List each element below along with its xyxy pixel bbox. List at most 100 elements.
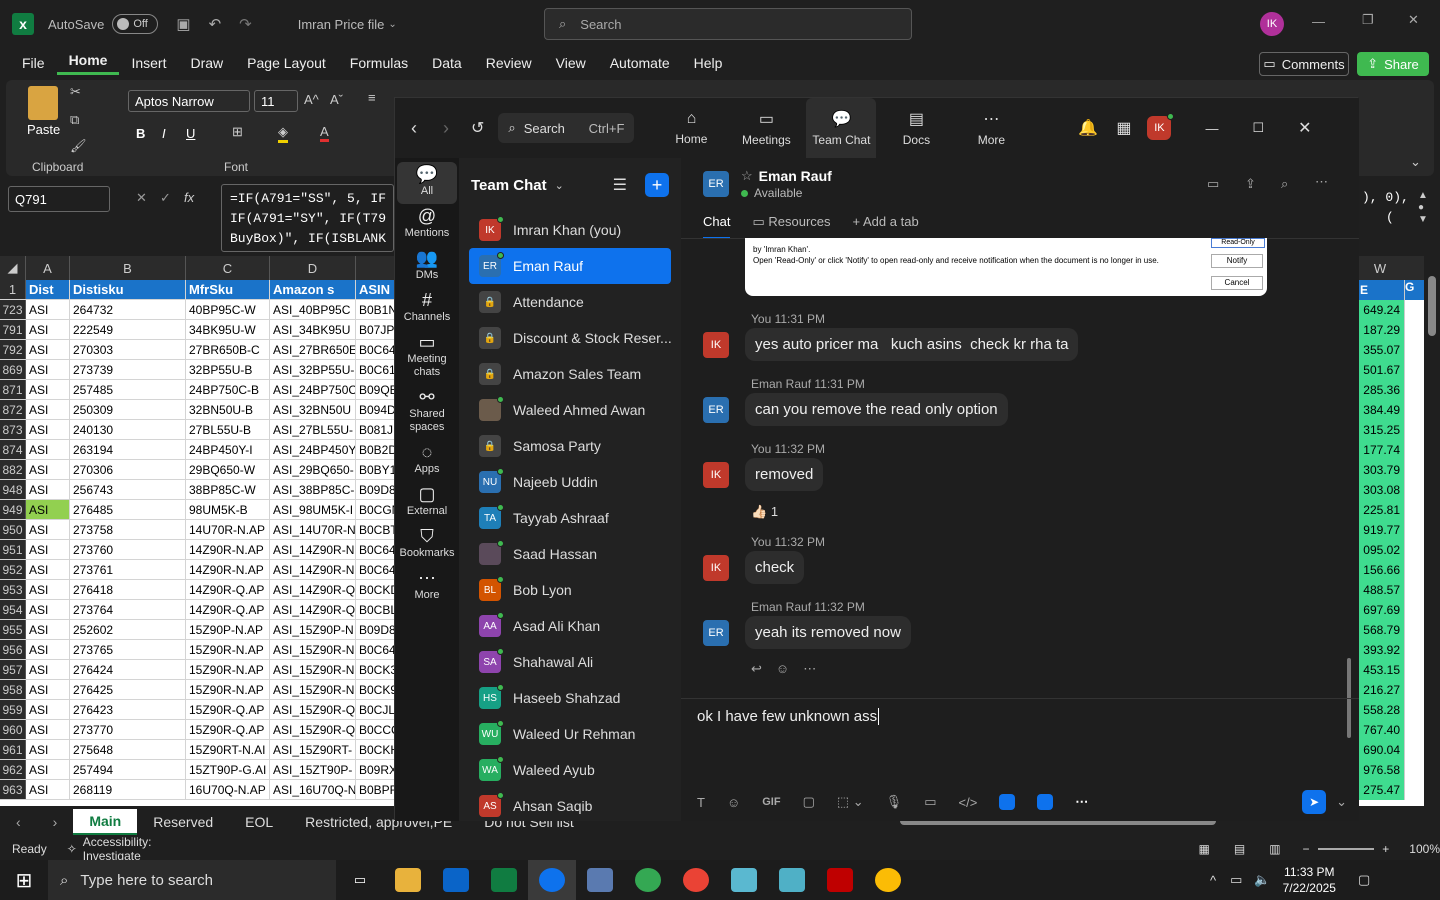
menu-insert[interactable]: Insert bbox=[119, 55, 178, 71]
row-number[interactable]: 951 bbox=[0, 540, 26, 559]
borders-icon[interactable]: ⊞ bbox=[232, 124, 243, 140]
table-cell[interactable]: ASI_16U70Q-N bbox=[270, 780, 356, 799]
message-avatar[interactable]: ER bbox=[703, 397, 729, 423]
column-header-a[interactable]: A bbox=[26, 256, 70, 280]
message-bubble[interactable]: yeah its removed now bbox=[745, 616, 911, 649]
zoom-level[interactable]: 100% bbox=[1409, 842, 1440, 856]
contact-item[interactable]: 🔒 Amazon Sales Team bbox=[459, 356, 681, 392]
video-call-icon[interactable]: ▭ bbox=[1207, 176, 1219, 192]
row-number[interactable]: 959 bbox=[0, 700, 26, 719]
table-cell[interactable]: B0CBL bbox=[356, 600, 396, 619]
table-cell[interactable] bbox=[1404, 340, 1418, 360]
table-cell[interactable]: 32BN50U-B bbox=[186, 400, 270, 419]
table-cell[interactable]: ASI_27BL55U- bbox=[270, 420, 356, 439]
table-cell[interactable]: ASI bbox=[26, 500, 70, 519]
message-avatar[interactable]: IK bbox=[703, 332, 729, 358]
decrease-font-icon[interactable]: Aˇ bbox=[330, 92, 343, 107]
table-cell[interactable]: B07JP bbox=[356, 320, 396, 339]
table-cell[interactable]: ASI bbox=[26, 440, 70, 459]
table-cell[interactable]: 273758 bbox=[70, 520, 186, 539]
table-cell[interactable] bbox=[1404, 500, 1418, 520]
row-number[interactable]: 962 bbox=[0, 760, 26, 779]
row-number[interactable]: 958 bbox=[0, 680, 26, 699]
table-cell[interactable]: 40BP95C-W bbox=[186, 300, 270, 319]
table-cell[interactable]: 273764 bbox=[70, 600, 186, 619]
autosave-toggle[interactable]: Off bbox=[112, 14, 159, 34]
table-cell[interactable]: 257494 bbox=[70, 760, 186, 779]
table-cell[interactable]: ASI bbox=[26, 420, 70, 439]
table-cell[interactable] bbox=[1404, 300, 1418, 320]
table-cell[interactable]: ASI_32BN50U bbox=[270, 400, 356, 419]
table-cell[interactable]: ASI_15Z90R-Q bbox=[270, 720, 356, 739]
table-cell[interactable]: 315.25 bbox=[1356, 420, 1404, 440]
contact-item[interactable]: IK Imran Khan (you) bbox=[459, 212, 681, 248]
table-cell[interactable]: 273760 bbox=[70, 540, 186, 559]
font-color-icon[interactable]: A bbox=[320, 124, 329, 142]
nav-team-chat[interactable]: 💬 Team Chat bbox=[806, 98, 877, 158]
table-cell[interactable]: ASI_24BP450Y bbox=[270, 440, 356, 459]
bold-button[interactable]: B bbox=[136, 126, 145, 141]
table-cell[interactable]: 15Z90R-N.AP bbox=[186, 680, 270, 699]
table-cell[interactable]: 24BP450Y-I bbox=[186, 440, 270, 459]
table-cell[interactable]: ASI bbox=[26, 700, 70, 719]
row-number[interactable]: 963 bbox=[0, 780, 26, 799]
table-cell[interactable]: B0B1N bbox=[356, 300, 396, 319]
row-number[interactable]: 872 bbox=[0, 400, 26, 419]
chat-header-avatar[interactable]: ER bbox=[703, 171, 729, 197]
table-cell[interactable] bbox=[1404, 720, 1418, 740]
zoom-in-icon[interactable]: + bbox=[1382, 842, 1389, 856]
table-cell[interactable]: 095.02 bbox=[1356, 540, 1404, 560]
history-icon[interactable]: ↺ bbox=[471, 118, 484, 138]
contact-item[interactable]: 🔒 Samosa Party bbox=[459, 428, 681, 464]
menu-view[interactable]: View bbox=[544, 55, 598, 71]
excel-search-box[interactable]: ⌕ Search bbox=[544, 8, 912, 40]
table-cell[interactable]: 276485 bbox=[70, 500, 186, 519]
prev-sheet-icon[interactable]: ‹ bbox=[0, 814, 37, 830]
table-cell[interactable]: ASI bbox=[26, 680, 70, 699]
tab-resources[interactable]: ▭ Resources bbox=[752, 214, 830, 239]
table-cell[interactable]: 252602 bbox=[70, 620, 186, 639]
excel-taskbar-icon[interactable] bbox=[480, 860, 528, 900]
side-mentions[interactable]: @ Mentions bbox=[397, 204, 457, 246]
table-cell[interactable]: ASI bbox=[26, 780, 70, 799]
contact-item[interactable]: Waleed Ahmed Awan bbox=[459, 392, 681, 428]
table-cell[interactable]: 15Z90R-Q.AP bbox=[186, 700, 270, 719]
chat-contact-name[interactable]: Eman Rauf bbox=[759, 168, 832, 184]
font-name-select[interactable]: Aptos Narrow bbox=[128, 90, 250, 112]
fill-color-icon[interactable]: ◈ bbox=[278, 124, 288, 143]
table-cell[interactable]: 275.47 bbox=[1356, 780, 1404, 800]
contact-item[interactable]: 🔒 Attendance bbox=[459, 284, 681, 320]
chrome-alt-icon[interactable] bbox=[864, 860, 912, 900]
table-cell[interactable]: 697.69 bbox=[1356, 600, 1404, 620]
table-cell[interactable]: B0CK9 bbox=[356, 680, 396, 699]
table-cell[interactable]: 14U70R-N.AP bbox=[186, 520, 270, 539]
table-cell[interactable]: 270303 bbox=[70, 340, 186, 359]
cancel-formula-icon[interactable]: ✕ bbox=[136, 190, 147, 206]
table-cell[interactable]: ASI bbox=[26, 660, 70, 679]
contact-item[interactable]: NU Najeeb Uddin bbox=[459, 464, 681, 500]
chrome-profile-icon[interactable] bbox=[672, 860, 720, 900]
table-cell[interactable]: 263194 bbox=[70, 440, 186, 459]
nav-docs[interactable]: ▤ Docs bbox=[881, 100, 951, 156]
table-cell[interactable]: 222549 bbox=[70, 320, 186, 339]
table-cell[interactable]: 270306 bbox=[70, 460, 186, 479]
format-painter-icon[interactable]: 🖌 bbox=[70, 138, 87, 154]
filter-icon[interactable]: ☰ bbox=[613, 175, 627, 195]
star-icon[interactable]: ☆ bbox=[741, 168, 753, 184]
zoom-search[interactable]: ⌕ Search Ctrl+F bbox=[498, 113, 635, 143]
emoji-icon[interactable]: ☺ bbox=[727, 795, 740, 810]
table-cell[interactable]: ASI bbox=[26, 540, 70, 559]
side-dms[interactable]: 👥 DMs bbox=[397, 246, 457, 288]
menu-formulas[interactable]: Formulas bbox=[338, 55, 420, 71]
table-cell[interactable]: 268119 bbox=[70, 780, 186, 799]
menu-draw[interactable]: Draw bbox=[178, 55, 235, 71]
table-cell[interactable]: B0BY1 bbox=[356, 460, 396, 479]
table-cell[interactable] bbox=[1404, 680, 1418, 700]
table-cell[interactable] bbox=[1404, 380, 1418, 400]
cut-icon[interactable]: ✂ bbox=[70, 84, 81, 100]
row-number[interactable]: 952 bbox=[0, 560, 26, 579]
zoom-taskbar-icon[interactable] bbox=[528, 860, 576, 900]
windows-start-icon[interactable]: ⊞ bbox=[0, 860, 48, 900]
table-cell[interactable] bbox=[1404, 740, 1418, 760]
table-cell[interactable]: 14Z90R-N.AP bbox=[186, 560, 270, 579]
